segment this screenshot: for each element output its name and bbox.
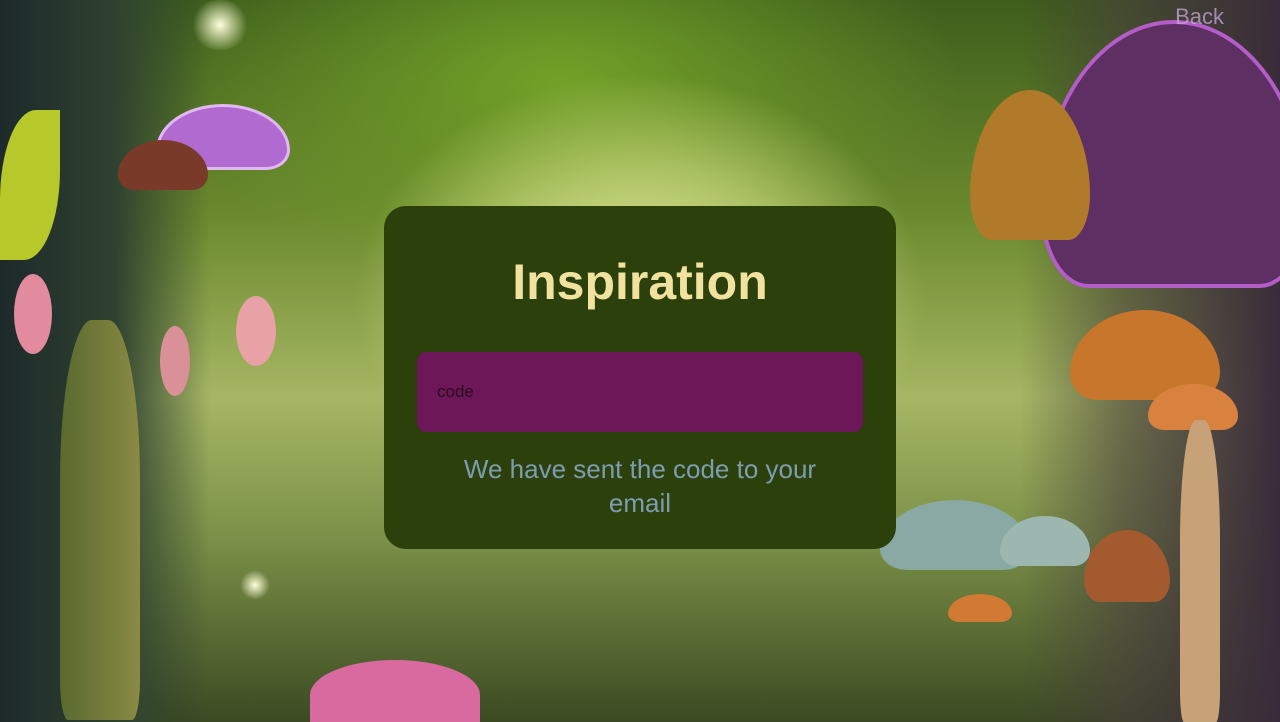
left-mushroom-stem bbox=[60, 320, 140, 720]
app-title: Inspiration bbox=[512, 254, 768, 310]
pink-flower-bud bbox=[236, 296, 276, 366]
small-orange-mushroom-cap bbox=[948, 594, 1012, 622]
sunlight-glow bbox=[190, 0, 250, 50]
firefly-glow bbox=[240, 570, 270, 600]
right-mushroom-stem bbox=[1180, 420, 1220, 722]
code-sent-message: We have sent the code to your email bbox=[463, 454, 817, 518]
pink-flower-bud bbox=[14, 274, 52, 354]
pink-flower-bud bbox=[160, 326, 190, 396]
pink-flower bbox=[310, 660, 480, 722]
code-input[interactable] bbox=[435, 351, 845, 433]
code-field[interactable] bbox=[417, 351, 863, 433]
verification-card: Inspiration We have sent the code to you… bbox=[384, 206, 896, 549]
back-button[interactable]: Back bbox=[1175, 4, 1224, 30]
